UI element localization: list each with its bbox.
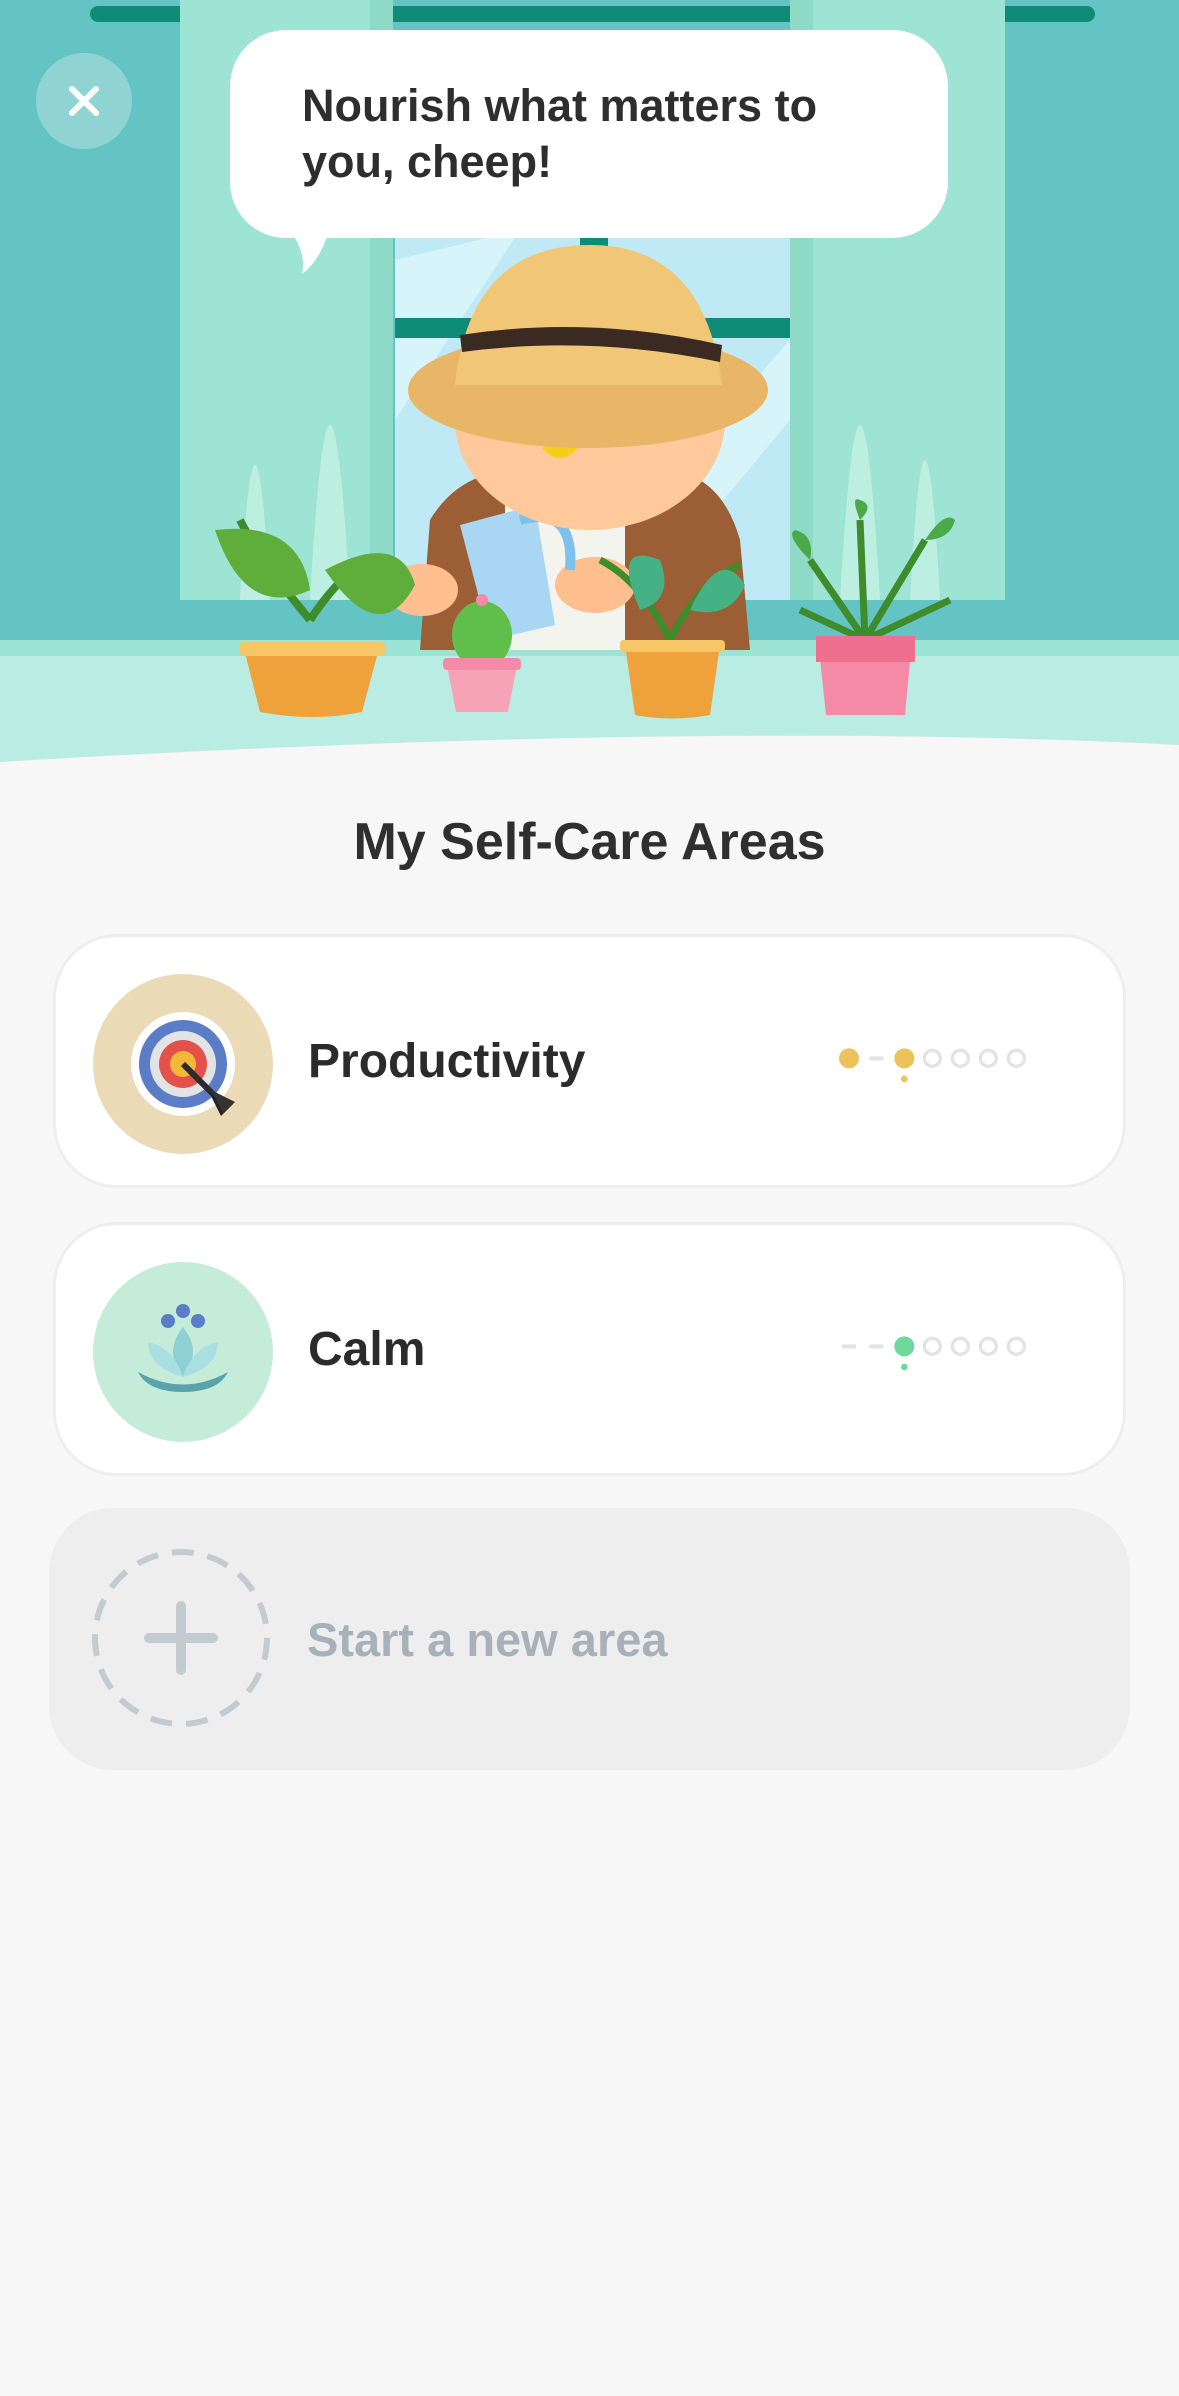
progress-dots bbox=[841, 1336, 1026, 1371]
close-button[interactable] bbox=[36, 53, 132, 149]
close-icon bbox=[69, 86, 99, 116]
section-title: My Self-Care Areas bbox=[353, 813, 826, 871]
area-badge bbox=[93, 1262, 273, 1442]
area-card-calm[interactable]: Calm bbox=[53, 1222, 1126, 1476]
area-badge bbox=[93, 974, 273, 1154]
area-label: Calm bbox=[308, 1322, 426, 1376]
lotus-icon bbox=[138, 1304, 228, 1392]
speech-text: Nourish what matters to you, cheep! bbox=[302, 80, 818, 187]
speech-bubble-tail bbox=[282, 220, 332, 274]
progress-dots bbox=[839, 1048, 1026, 1083]
area-label: Productivity bbox=[308, 1034, 586, 1088]
plus-icon bbox=[92, 1549, 270, 1727]
target-icon bbox=[131, 1012, 235, 1116]
start-new-area-button[interactable]: Start a new area bbox=[49, 1508, 1130, 1770]
area-card-productivity[interactable]: Productivity bbox=[53, 934, 1126, 1188]
start-new-area-label: Start a new area bbox=[307, 1612, 668, 1666]
speech-bubble: Nourish what matters to you, cheep! bbox=[230, 30, 948, 238]
